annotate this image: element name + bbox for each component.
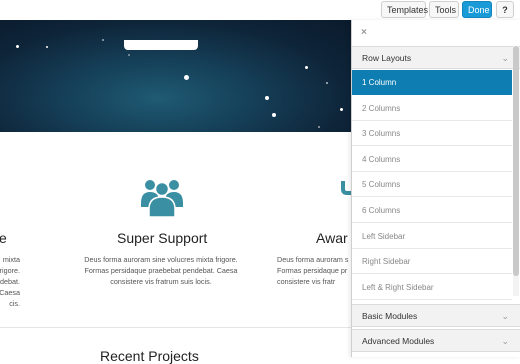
row-layout-item[interactable]: Right Sidebar — [352, 249, 512, 274]
row-layout-item[interactable]: 6 Columns — [352, 198, 512, 223]
tools-button[interactable]: Tools — [429, 1, 459, 18]
star — [102, 39, 104, 41]
star — [340, 108, 343, 111]
support-team-icon — [141, 180, 183, 218]
chevron-down-icon: ⌄ — [501, 311, 509, 321]
star — [184, 75, 189, 80]
top-toolbar: Templates Tools Done ? — [0, 0, 520, 21]
row-layout-item[interactable]: 2 Columns — [352, 96, 512, 121]
hero-banner — [0, 20, 352, 132]
templates-button[interactable]: Templates — [381, 1, 428, 18]
star — [265, 96, 269, 100]
feature-title-left: e — [0, 230, 7, 246]
star — [305, 66, 308, 69]
feature-title-center: Super Support — [117, 230, 208, 246]
star — [272, 113, 276, 117]
row-layouts-header[interactable]: Row Layouts ⌄ — [352, 46, 520, 69]
row-layout-item[interactable]: 4 Columns — [352, 147, 512, 172]
advanced-modules-label: Advanced Modules — [362, 336, 435, 346]
feature-title-right: Awar — [316, 230, 348, 246]
close-icon[interactable]: × — [361, 27, 367, 38]
row-layout-item[interactable]: 1 Column — [352, 70, 512, 95]
section-divider — [0, 327, 352, 328]
feature-text-center: Deus forma auroram sine volucres mixta f… — [84, 255, 238, 286]
star — [128, 54, 130, 56]
done-button[interactable]: Done — [462, 1, 492, 18]
row-layout-item[interactable]: Left & Right Sidebar — [352, 275, 512, 300]
star — [46, 46, 48, 48]
hero-tab — [124, 40, 198, 50]
advanced-modules-header[interactable]: Advanced Modules ⌄ — [352, 329, 520, 352]
row-layout-item[interactable]: Left Sidebar — [352, 224, 512, 249]
row-layout-item[interactable]: 5 Columns — [352, 172, 512, 197]
row-layout-item[interactable]: 3 Columns — [352, 121, 512, 146]
recent-projects-heading: Recent Projects — [100, 348, 199, 364]
basic-modules-label: Basic Modules — [362, 311, 418, 321]
basic-modules-header[interactable]: Basic Modules ⌄ — [352, 304, 520, 327]
feature-text-left: mixta frigore. debat. Caesa cis. — [0, 255, 20, 308]
award-icon — [341, 181, 351, 195]
scrollbar-thumb[interactable] — [513, 46, 519, 276]
chevron-down-icon: ⌄ — [501, 336, 509, 346]
star — [326, 82, 328, 84]
feature-text-right: Deus forma auroram s Formas persidaque p… — [277, 255, 349, 286]
star — [16, 45, 19, 48]
row-layouts-label: Row Layouts — [362, 53, 412, 63]
help-button[interactable]: ? — [496, 1, 514, 18]
panel-scrollbar[interactable] — [513, 46, 519, 296]
builder-panel: × Row Layouts ⌄ 1 Column 2 Columns 3 Colum… — [351, 20, 520, 357]
star — [318, 126, 320, 128]
chevron-down-icon: ⌄ — [501, 53, 509, 63]
